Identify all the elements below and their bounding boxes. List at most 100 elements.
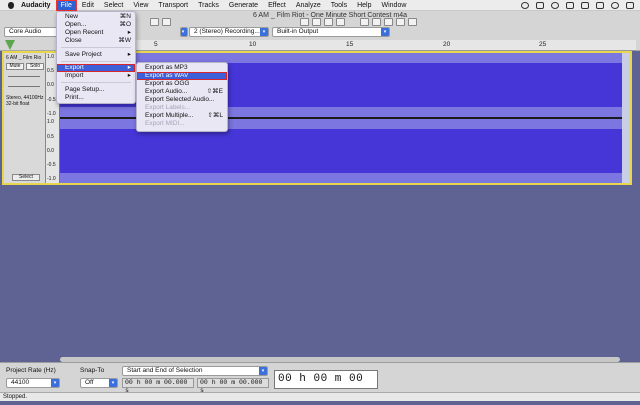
menu-item-export-selected-audio[interactable]: Export Selected Audio... <box>137 96 227 104</box>
audio-position-display[interactable]: 00 h 00 m 00 s <box>274 370 378 402</box>
audio-host-select[interactable]: Core Audio <box>4 27 58 37</box>
channels-select[interactable]: 2 (Stereo) Recording... ▾ <box>189 27 269 37</box>
selection-mode-select[interactable]: Start and End of Selection ▾ <box>122 366 268 376</box>
menu-item-export-multiple[interactable]: Export Multiple... ⇧⌘L <box>137 112 227 120</box>
ruler-tick: 5 <box>154 41 158 48</box>
menu-generate[interactable]: Generate <box>224 0 263 11</box>
menu-help[interactable]: Help <box>352 0 376 11</box>
menu-item-import[interactable]: Import ▸ <box>57 72 135 80</box>
export-submenu: Export as MP3 Export as WAV Export as OG… <box>136 62 228 132</box>
menu-edit[interactable]: Edit <box>77 0 99 11</box>
audio-host-value: Core Audio <box>9 28 42 35</box>
menu-file[interactable]: File <box>55 0 77 11</box>
ruler-tick: 15 <box>346 41 354 48</box>
chevron-down-icon: ▾ <box>109 379 117 387</box>
snap-to-select[interactable]: Off ▾ <box>80 378 118 388</box>
selection-end-time[interactable]: 00 h 00 m 00.000 s <box>197 378 269 394</box>
apple-icon[interactable] <box>6 0 16 11</box>
solo-button[interactable]: Solo <box>26 63 44 70</box>
tool-button[interactable] <box>150 18 159 26</box>
selection-start-time[interactable]: 00 h 00 m 00.000 s <box>122 378 194 394</box>
tool-button[interactable] <box>384 18 393 26</box>
menu-item-export[interactable]: Export ▸ <box>57 64 135 72</box>
file-menu: New ⌘N Open... ⌘O Open Recent ▸ Close ⌘W… <box>56 11 136 104</box>
bluetooth-icon[interactable] <box>536 1 544 9</box>
menu-item-export-ogg[interactable]: Export as OGG <box>137 80 227 88</box>
menu-item-export-audio[interactable]: Export Audio... ⇧⌘E <box>137 88 227 96</box>
menu-window[interactable]: Window <box>377 0 412 11</box>
chevron-right-icon: ▸ <box>127 72 131 79</box>
spotlight-icon[interactable] <box>611 1 619 9</box>
menu-item-export-labels: Export Labels... <box>145 104 191 111</box>
timeline-ruler[interactable]: 5 10 15 20 25 <box>56 40 636 51</box>
menu-effect[interactable]: Effect <box>263 0 291 11</box>
menu-item-export-midi: Export MIDI... <box>145 120 185 127</box>
wifi-icon[interactable] <box>551 1 559 9</box>
tool-button[interactable] <box>360 18 369 26</box>
chevron-right-icon: ▸ <box>127 51 131 58</box>
track-select-button[interactable]: Select <box>12 174 40 181</box>
menu-item-new[interactable]: New ⌘N <box>57 13 135 21</box>
mute-button[interactable]: Mute <box>6 63 24 70</box>
menu-item-export-mp3[interactable]: Export as MP3 <box>137 64 227 72</box>
tool-button[interactable] <box>396 18 405 26</box>
channels-value: 2 (Stereo) Recording... <box>194 28 260 35</box>
volume-icon[interactable] <box>566 1 574 9</box>
menu-analyze[interactable]: Analyze <box>291 0 326 11</box>
menu-item-close[interactable]: Close ⌘W <box>57 37 135 45</box>
menu-app-audacity[interactable]: Audacity <box>16 0 56 11</box>
project-rate-label: Project Rate (Hz) <box>6 367 56 374</box>
clock-icon[interactable] <box>521 1 529 9</box>
snap-to-value: Off <box>85 379 94 386</box>
menu-separator <box>61 61 131 62</box>
track-info: Stereo, 44100Hz 32-bit float <box>6 95 44 107</box>
tool-button[interactable] <box>372 18 381 26</box>
gain-slider[interactable] <box>8 76 40 77</box>
project-rate-value: 44100 <box>11 379 30 386</box>
pan-slider[interactable] <box>8 86 40 87</box>
menu-tracks[interactable]: Tracks <box>193 0 224 11</box>
menu-item-export-wav[interactable]: Export as WAV <box>137 72 227 80</box>
chevron-down-icon: ▾ <box>381 28 389 36</box>
battery-icon[interactable] <box>581 1 589 9</box>
menu-transport[interactable]: Transport <box>153 0 193 11</box>
tool-button[interactable] <box>408 18 417 26</box>
output-device-select[interactable]: Built-in Output ▾ <box>272 27 390 37</box>
chevron-right-icon: ▸ <box>127 29 131 36</box>
menu-select[interactable]: Select <box>99 0 128 11</box>
ruler-tick: 20 <box>443 41 451 48</box>
menu-item-open[interactable]: Open... ⌘O <box>57 21 135 29</box>
tool-button[interactable] <box>324 18 333 26</box>
menu-separator <box>61 47 131 48</box>
menu-item-print[interactable]: Print... <box>57 94 135 102</box>
menu-item-open-recent[interactable]: Open Recent ▸ <box>57 29 135 37</box>
ruler-tick: 25 <box>539 41 547 48</box>
control-center-icon[interactable] <box>626 1 634 9</box>
waveform-right-channel <box>60 129 630 173</box>
selection-mode-value: Start and End of Selection <box>127 367 203 374</box>
status-bar: Stopped. <box>0 392 640 401</box>
project-background[interactable] <box>0 185 640 357</box>
project-rate-select[interactable]: 44100 ▾ <box>6 378 60 388</box>
tool-button[interactable] <box>312 18 321 26</box>
ruler-tick: 10 <box>249 41 257 48</box>
menu-tools[interactable]: Tools <box>326 0 352 11</box>
tool-button[interactable] <box>336 18 345 26</box>
menu-item-save-project[interactable]: Save Project ▸ <box>57 51 135 59</box>
tool-button[interactable] <box>162 18 171 26</box>
input-device-select[interactable]: ▾ <box>180 27 188 37</box>
chevron-down-icon: ▾ <box>259 367 267 375</box>
track-control-panel: 6 AM _ Film Rio Mute Solo Stereo, 44100H… <box>4 53 46 183</box>
menu-item-page-setup[interactable]: Page Setup... <box>57 86 135 94</box>
chevron-right-icon: ▸ <box>127 64 131 71</box>
status-icons <box>521 1 640 9</box>
output-device-value: Built-in Output <box>277 28 319 35</box>
chevron-down-icon: ▾ <box>181 28 187 36</box>
chevron-down-icon: ▾ <box>51 379 59 387</box>
track-name[interactable]: 6 AM _ Film Rio <box>6 55 41 61</box>
menu-view[interactable]: View <box>128 0 153 11</box>
snap-to-label: Snap-To <box>80 367 105 374</box>
track-end-area <box>622 53 630 183</box>
flag-icon[interactable] <box>596 1 604 9</box>
tool-button[interactable] <box>300 18 309 26</box>
